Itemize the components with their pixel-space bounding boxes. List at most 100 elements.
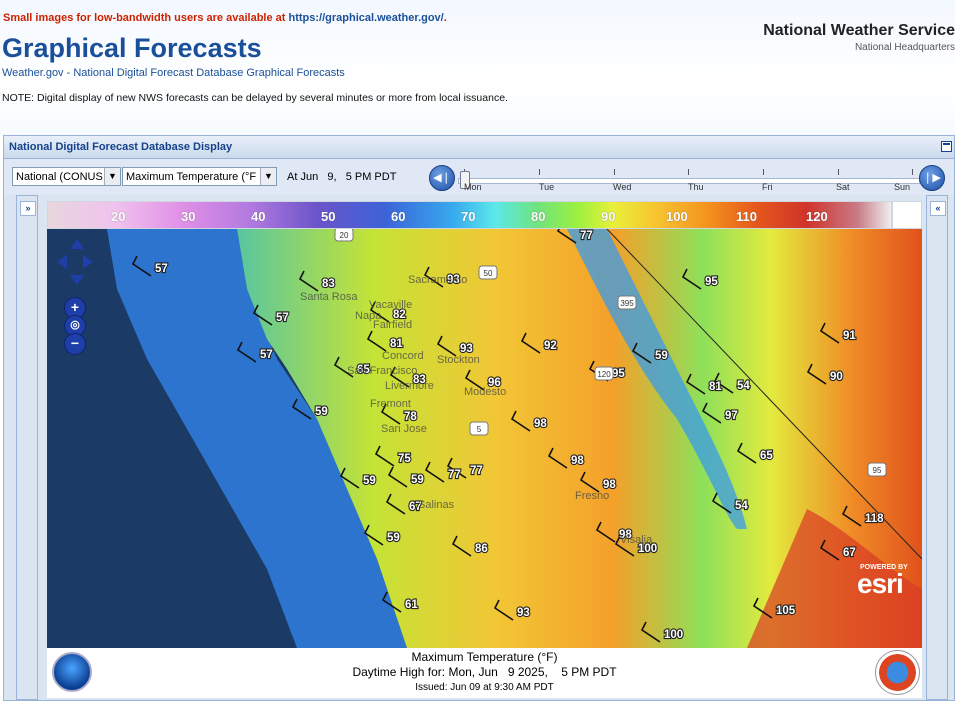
time-slider[interactable]: Mon Tue Wed Thu Fri Sat Sun: [458, 163, 920, 193]
low-bandwidth-link[interactable]: https://graphical.weather.gov/: [288, 12, 443, 24]
temperature-label: 59: [411, 474, 424, 486]
legend-value: 40: [251, 209, 266, 224]
forecast-map[interactable]: 57 83 57 82 57 81 93 92 95 91 93 65 83 96 59 77 81 54 59 78…: [47, 229, 922, 648]
footer-valid-time: Daytime High for: Mon, Jun 9 2025, 5 PM …: [352, 665, 617, 679]
legend-value: 60: [391, 209, 406, 224]
city-label: Modesto: [464, 386, 506, 398]
slider-day-label: Thu: [688, 182, 704, 192]
footer-product: Maximum Temperature (°F): [411, 650, 558, 664]
slider-tick: [688, 169, 689, 175]
temperature-label: 59: [655, 350, 668, 362]
slider-tick: [763, 169, 764, 175]
temperature-label: 77: [580, 230, 593, 242]
legend-blank: [892, 201, 922, 229]
breadcrumb-home-link[interactable]: Weather.gov: [2, 67, 64, 79]
city-label: Fresno: [575, 490, 609, 502]
city-label: Salinas: [418, 499, 455, 511]
city-label: San Jose: [381, 423, 427, 435]
city-label: Concord: [382, 350, 424, 362]
highway-label: 50: [484, 269, 493, 278]
highway-label: 95: [873, 466, 882, 475]
slider-tick: [614, 169, 615, 175]
temperature-label: 86: [475, 543, 488, 555]
temperature-label: 95: [705, 276, 718, 288]
slider-day-label: Tue: [539, 182, 555, 192]
pan-down-icon[interactable]: [70, 275, 84, 285]
agency-subtitle: National Headquarters: [854, 42, 955, 53]
city-label: Stockton: [437, 354, 480, 366]
temperature-label: 105: [776, 605, 796, 617]
temperature-label: 59: [387, 532, 400, 544]
collapse-panel-button[interactable]: [941, 141, 952, 152]
temperature-label: 77: [470, 465, 483, 477]
panel-title: National Digital Forecast Database Displ…: [9, 141, 233, 153]
low-bandwidth-note: Small images for low-bandwidth users are…: [3, 12, 447, 24]
element-select[interactable]: Maximum Temperature (°F ▼: [122, 167, 277, 186]
temperature-label: 77: [448, 469, 461, 481]
slider-day-label: Fri: [762, 182, 773, 192]
pan-right-icon[interactable]: [83, 255, 93, 269]
temperature-label: 61: [405, 599, 418, 611]
breadcrumb: Weather.gov - National Digital Forecast …: [2, 67, 345, 79]
expand-left-icon[interactable]: »: [20, 201, 36, 216]
pan-up-icon[interactable]: [70, 239, 84, 249]
zoom-out-button[interactable]: −: [64, 333, 86, 355]
legend-value: 110: [736, 209, 757, 224]
city-label: Visalia: [620, 534, 653, 546]
city-label: Livermore: [385, 380, 434, 392]
pan-left-icon[interactable]: [57, 255, 67, 269]
temperature-label: 78: [404, 411, 417, 423]
temperature-label: 54: [735, 500, 748, 512]
left-sidebar: »: [16, 195, 38, 700]
temperature-label: 57: [276, 312, 289, 324]
temperature-label: 67: [843, 547, 856, 559]
city-label: Fremont: [370, 398, 411, 410]
temperature-label: 97: [725, 410, 738, 422]
highway-label: 5: [477, 425, 482, 434]
temperature-label: 59: [363, 475, 376, 487]
temperature-label: 65: [760, 450, 773, 462]
legend-value: 120: [806, 209, 828, 224]
collapse-right-icon[interactable]: «: [930, 201, 946, 216]
temperature-label: 92: [544, 340, 557, 352]
highway-label: 20: [340, 231, 349, 240]
valid-time-label: At Jun 9, 5 PM PDT: [287, 171, 397, 183]
region-select[interactable]: National (CONUS ▼: [12, 167, 121, 186]
temperature-label: 100: [664, 629, 683, 641]
temperature-label: 118: [865, 513, 884, 525]
next-time-button[interactable]: ❘▶: [919, 165, 945, 191]
site-title: Graphical Forecasts: [2, 33, 262, 63]
legend-value: 80: [531, 209, 546, 224]
temperature-legend: 20 30 40 50 60 70 80 90 100 110 120: [47, 201, 892, 229]
temperature-label: 54: [737, 380, 750, 392]
temperature-label: 81: [709, 381, 722, 393]
slider-day-label: Sat: [836, 182, 850, 192]
legend-value: 90: [601, 209, 616, 224]
temperature-label: 57: [155, 263, 168, 275]
right-sidebar: «: [926, 195, 948, 700]
temperature-label: 95: [612, 368, 625, 380]
temperature-label: 59: [315, 406, 328, 418]
panel-header: National Digital Forecast Database Displ…: [4, 136, 954, 159]
delay-note: NOTE: Digital display of new NWS forecas…: [2, 92, 508, 104]
slider-day-label: Wed: [613, 182, 632, 192]
temperature-label: 83: [322, 278, 335, 290]
chevron-down-icon: ▼: [260, 168, 276, 185]
breadcrumb-current-link[interactable]: National Digital Forecast Database Graph…: [73, 67, 344, 79]
map-canvas: 578357 82578193929591936583 96597781 545978…: [47, 229, 922, 648]
nws-logo: [875, 650, 920, 695]
legend-value: 30: [181, 209, 196, 224]
city-label: Santa Rosa: [300, 291, 358, 303]
legend-value: 50: [321, 209, 336, 224]
legend-value: 70: [461, 209, 476, 224]
city-label: Fairfield: [373, 319, 412, 331]
temperature-label: 98: [571, 455, 584, 467]
previous-time-button[interactable]: ◀❘: [429, 165, 455, 191]
chevron-down-icon: ▼: [104, 168, 120, 185]
pan-control[interactable]: [57, 239, 95, 287]
slider-day-label: Sun: [894, 182, 911, 192]
slider-tick: [838, 169, 839, 175]
footer-issued: Issued: Jun 09 at 9:30 AM PDT: [415, 682, 554, 693]
agency-name: National Weather Service: [763, 22, 955, 39]
temperature-label: 75: [398, 453, 411, 465]
